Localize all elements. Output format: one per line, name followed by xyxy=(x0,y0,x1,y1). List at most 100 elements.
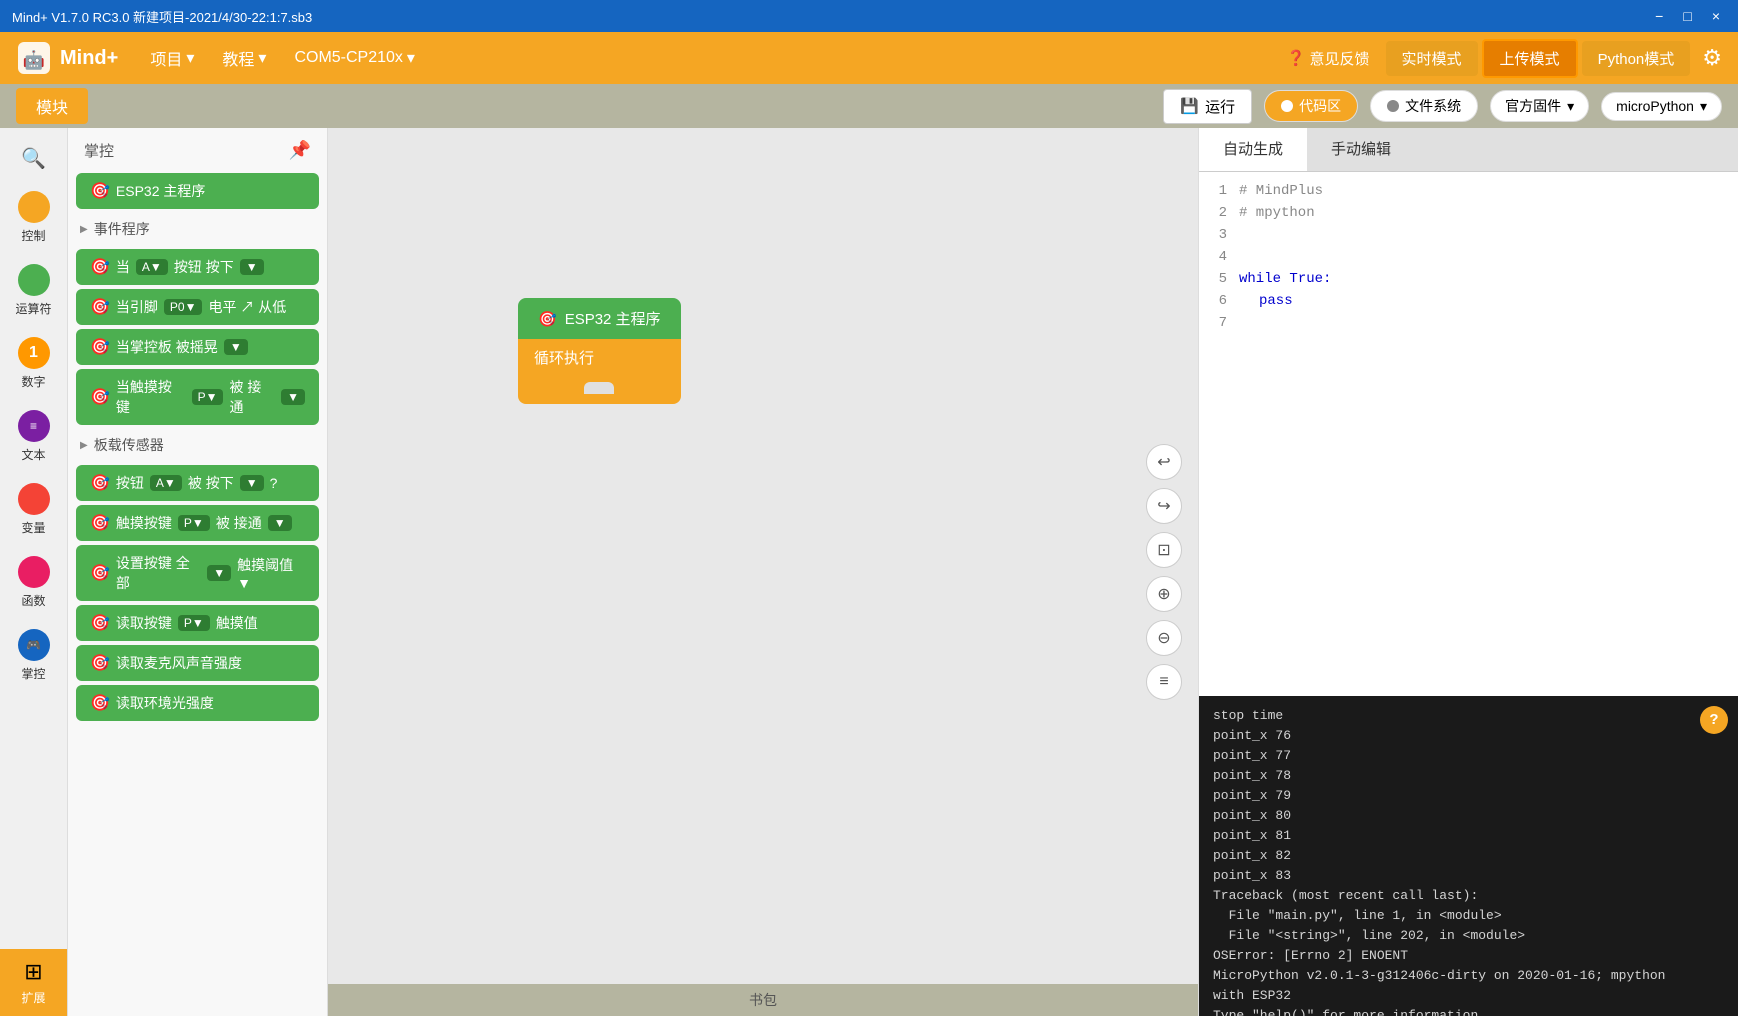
terminal-line-8: point_x 82 xyxy=(1213,846,1724,866)
sidebar-item-text[interactable]: ≡ 文本 xyxy=(0,400,67,473)
control-icon xyxy=(18,191,50,223)
sidebar-item-hardware[interactable]: 🎮 掌控 xyxy=(0,619,67,692)
title-bar: Mind+ V1.7.0 RC3.0 新建项目-2021/4/30-22:1:7… xyxy=(0,0,1738,32)
right-panel: 自动生成 手动编辑 1 # MindPlus 2 # mpython 3 xyxy=(1198,128,1738,1016)
code-line-2: 2 # mpython xyxy=(1207,202,1730,224)
terminal-line-16: Type "help()" for more information xyxy=(1213,1006,1724,1016)
zoom-in-button[interactable]: ⊕ xyxy=(1146,576,1182,612)
function-icon xyxy=(18,556,50,588)
module-tab[interactable]: 模块 xyxy=(16,88,88,124)
read-light-block[interactable]: 🎯 读取环境光强度 xyxy=(76,685,319,721)
run-icon: 💾 xyxy=(1180,97,1199,115)
title-bar-title: Mind+ V1.7.0 RC3.0 新建项目-2021/4/30-22:1:7… xyxy=(12,7,312,26)
tab-manual-edit[interactable]: 手动编辑 xyxy=(1307,128,1415,171)
sensors-section[interactable]: ▶ 板载传感器 xyxy=(76,429,319,461)
blocks-panel: 掌控 📌 🎯 ESP32 主程序 ▶ 事件程序 🎯 当 A▼ 按钮 按下 ▼ 🎯… xyxy=(68,128,328,1016)
filesystem-tab[interactable]: 文件系统 xyxy=(1370,90,1478,122)
blocks-panel-header: 掌控 📌 xyxy=(76,136,319,169)
micropython-dropdown[interactable]: microPython ▾ xyxy=(1601,92,1722,121)
sidebar-item-function[interactable]: 函数 xyxy=(0,546,67,619)
crop-button[interactable]: ⊡ xyxy=(1146,532,1182,568)
sensors-arrow-icon: ▶ xyxy=(80,440,88,451)
feedback-button[interactable]: ❓ 意见反馈 xyxy=(1275,42,1382,75)
sidebar-item-number[interactable]: 1 数字 xyxy=(0,327,67,400)
terminal-line-3: point_x 77 xyxy=(1213,746,1724,766)
events-section[interactable]: ▶ 事件程序 xyxy=(76,213,319,245)
minimize-button[interactable]: − xyxy=(1649,6,1669,26)
micropython-chevron-icon: ▾ xyxy=(1700,98,1707,115)
canvas-loop-block[interactable]: 循环执行 xyxy=(518,339,681,376)
block-icon-11: 🎯 xyxy=(90,693,110,713)
sidebar-item-control[interactable]: 控制 xyxy=(0,181,67,254)
block-icon-3: 🎯 xyxy=(90,297,110,317)
code-area-tab[interactable]: 代码区 xyxy=(1264,90,1358,122)
left-sidebar: 🔍 控制 运算符 1 数字 ≡ 文本 变量 函数 🎮 掌控 xyxy=(0,128,68,1016)
feedback-icon: ❓ xyxy=(1287,49,1306,67)
canvas-block-notch xyxy=(584,382,614,394)
esp32-main-block[interactable]: 🎯 ESP32 主程序 xyxy=(76,173,319,209)
canvas-block-slot[interactable] xyxy=(518,376,681,404)
code-line-6: 6 pass xyxy=(1207,290,1730,312)
tab-auto-generate[interactable]: 自动生成 xyxy=(1199,128,1307,171)
pin-icon[interactable]: 📌 xyxy=(289,140,311,161)
title-bar-left: Mind+ V1.7.0 RC3.0 新建项目-2021/4/30-22:1:7… xyxy=(12,7,312,26)
terminal-help-button[interactable]: ? xyxy=(1700,706,1728,734)
realtime-mode-button[interactable]: 实时模式 xyxy=(1386,41,1478,76)
zoom-out-button[interactable]: ⊖ xyxy=(1146,620,1182,656)
logo-text: Mind+ xyxy=(60,47,118,70)
terminal-line-15: with ESP32 xyxy=(1213,986,1724,1006)
code-line-5: 5 while True: xyxy=(1207,268,1730,290)
code-content: 1 # MindPlus 2 # mpython 3 4 5 xyxy=(1199,172,1738,696)
button-pressed-block[interactable]: 🎯 按钮 A▼ 被 按下 ▼ ? xyxy=(76,465,319,501)
python-mode-button[interactable]: Python模式 xyxy=(1582,41,1691,76)
when-button-block[interactable]: 🎯 当 A▼ 按钮 按下 ▼ xyxy=(76,249,319,285)
set-key-threshold-block[interactable]: 🎯 设置按键 全部 ▼ 触摸阈值▼ xyxy=(76,545,319,601)
project-menu[interactable]: 项目 ▾ xyxy=(138,40,206,76)
maximize-button[interactable]: □ xyxy=(1677,6,1697,26)
tutorial-chevron-icon: ▾ xyxy=(258,48,266,68)
sidebar-bottom: ⊞ 扩展 xyxy=(0,949,67,1016)
sidebar-item-variable[interactable]: 变量 xyxy=(0,473,67,546)
when-touch-block[interactable]: 🎯 当触摸按键 P▼ 被 接通 ▼ xyxy=(76,369,319,425)
canvas-block-esp32[interactable]: 🎯 ESP32 主程序 循环执行 xyxy=(518,298,681,404)
read-mic-block[interactable]: 🎯 读取麦克风声音强度 xyxy=(76,645,319,681)
text-icon: ≡ xyxy=(18,410,50,442)
code-line-3: 3 xyxy=(1207,224,1730,246)
fit-button[interactable]: ≡ xyxy=(1146,664,1182,700)
upload-mode-button[interactable]: 上传模式 xyxy=(1482,39,1578,78)
canvas-area[interactable]: 🎯 ESP32 主程序 循环执行 ↩ ↪ ⊡ ⊕ ⊖ ≡ 书包 xyxy=(328,128,1198,1016)
extension-button[interactable]: ⊞ 扩展 xyxy=(0,949,67,1016)
block-icon-2: 🎯 xyxy=(90,257,110,277)
when-pin-block[interactable]: 🎯 当引脚 P0▼ 电平 ↗ 从低 xyxy=(76,289,319,325)
block-icon-5: 🎯 xyxy=(90,387,110,407)
variable-icon xyxy=(18,483,50,515)
sidebar-item-operator[interactable]: 运算符 xyxy=(0,254,67,327)
sidebar-item-search[interactable]: 🔍 xyxy=(0,136,67,181)
logo-area: 🤖 Mind+ xyxy=(16,40,118,76)
bookshelf-bar[interactable]: 书包 xyxy=(328,984,1198,1016)
terminal-area[interactable]: ? stop time point_x 76 point_x 77 point_… xyxy=(1199,696,1738,1016)
canvas-tools: ↩ ↪ ⊡ ⊕ ⊖ ≡ xyxy=(1146,444,1182,700)
undo-button[interactable]: ↩ xyxy=(1146,444,1182,480)
when-shaken-block[interactable]: 🎯 当掌控板 被摇晃 ▼ xyxy=(76,329,319,365)
code-line-1: 1 # MindPlus xyxy=(1207,180,1730,202)
project-chevron-icon: ▾ xyxy=(186,48,194,68)
terminal-line-4: point_x 78 xyxy=(1213,766,1724,786)
settings-button[interactable]: ⚙ xyxy=(1702,45,1722,71)
port-menu[interactable]: COM5-CP210x ▾ xyxy=(282,42,427,74)
title-bar-controls: − □ × xyxy=(1649,6,1726,26)
read-key-value-block[interactable]: 🎯 读取按键 P▼ 触摸值 xyxy=(76,605,319,641)
while-keyword: while xyxy=(1239,271,1281,287)
search-icon: 🔍 xyxy=(21,146,46,171)
svg-text:🤖: 🤖 xyxy=(23,49,45,70)
firmware-dropdown[interactable]: 官方固件 ▾ xyxy=(1490,90,1589,122)
toolbar: 模块 💾 运行 代码区 文件系统 官方固件 ▾ microPython ▾ xyxy=(0,84,1738,128)
filesystem-icon xyxy=(1387,100,1399,112)
tutorial-menu[interactable]: 教程 ▾ xyxy=(210,40,278,76)
redo-button[interactable]: ↪ xyxy=(1146,488,1182,524)
touch-connected-block[interactable]: 🎯 触摸按键 P▼ 被 接通 ▼ xyxy=(76,505,319,541)
run-button[interactable]: 💾 运行 xyxy=(1163,89,1252,124)
close-button[interactable]: × xyxy=(1706,6,1726,26)
code-area-icon xyxy=(1281,100,1293,112)
canvas-main-block[interactable]: 🎯 ESP32 主程序 xyxy=(518,298,681,339)
